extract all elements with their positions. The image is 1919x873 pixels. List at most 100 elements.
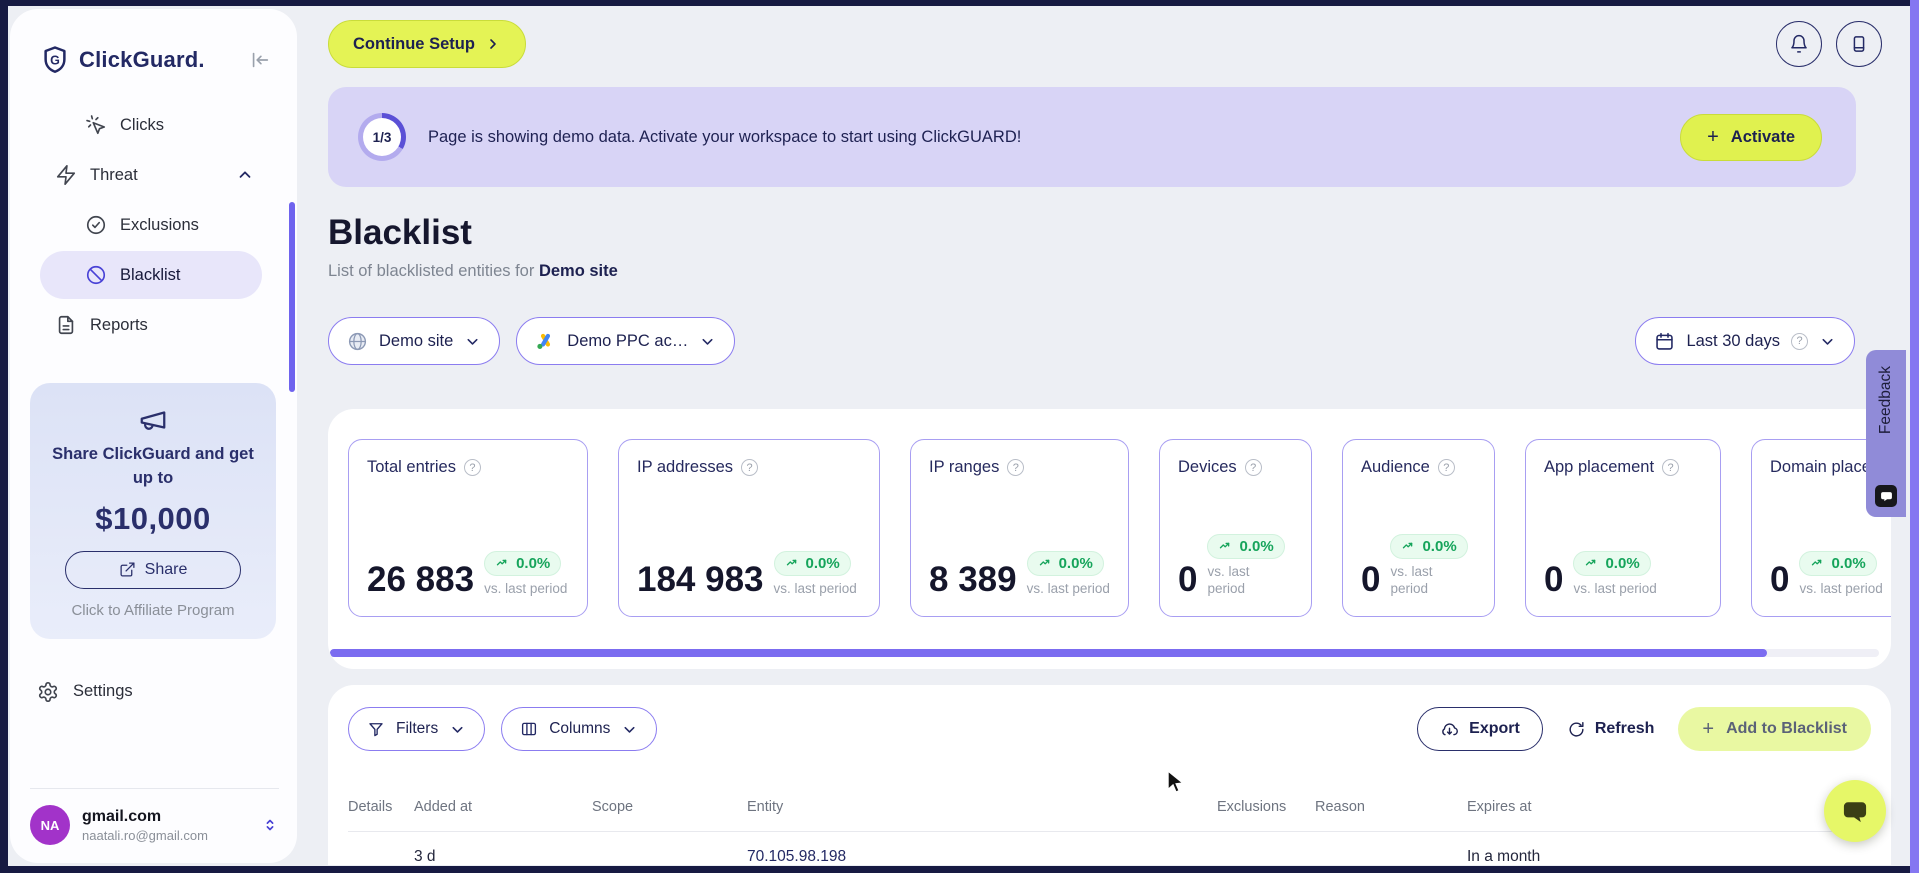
stat-card-app-placement: App placement? 0 0.0% vs. last period: [1525, 439, 1721, 617]
stats-panel: Total entries? 26 883 0.0% vs. last period I…: [328, 409, 1891, 669]
help-icon: ?: [463, 459, 481, 476]
docs-button[interactable]: [1836, 21, 1882, 67]
banner-message: Page is showing demo data. Activate your…: [428, 127, 1022, 146]
continue-setup-label: Continue Setup: [353, 34, 475, 53]
setup-progress-ring: 1/3: [358, 113, 406, 161]
chat-launcher-button[interactable]: [1824, 780, 1886, 842]
funnel-icon: [369, 723, 383, 737]
nav-label: Clicks: [120, 115, 164, 134]
stat-value: 0: [1178, 560, 1198, 599]
change-value: 0.0%: [1605, 555, 1640, 573]
nav-label: Blacklist: [120, 265, 181, 284]
help-icon: ?: [1437, 459, 1455, 476]
column-header-entity[interactable]: Entity: [747, 799, 1217, 815]
add-to-blacklist-button[interactable]: + Add to Blacklist: [1678, 707, 1871, 751]
cursor-click-icon: [86, 115, 106, 135]
stat-label: IP ranges?: [929, 458, 1110, 477]
refresh-icon: [1569, 721, 1584, 737]
share-button[interactable]: Share: [65, 550, 241, 589]
filters-button[interactable]: Filters: [348, 707, 486, 751]
stat-card-total-entries: Total entries? 26 883 0.0% vs. last period: [348, 439, 588, 617]
column-header-expires-at[interactable]: Expires at: [1467, 799, 1871, 815]
refresh-button[interactable]: Refresh: [1567, 720, 1655, 739]
stat-label: Devices?: [1178, 458, 1293, 477]
vs-last-period-label: vs. last period: [1207, 563, 1250, 597]
promo-title: Share ClickGuard and get up to: [52, 445, 254, 487]
export-button[interactable]: Export: [1417, 707, 1543, 751]
ppc-account-selector[interactable]: Demo PPC ac…: [516, 317, 736, 365]
add-to-blacklist-label: Add to Blacklist: [1726, 720, 1847, 737]
notifications-button[interactable]: [1776, 21, 1822, 67]
column-header-reason[interactable]: Reason: [1315, 799, 1467, 815]
main-content: Continue Setup 1/3 Page is showing demo …: [328, 6, 1910, 866]
trending-up-icon: [1039, 560, 1049, 566]
badge-check-icon: [86, 215, 106, 235]
change-value: 0.0%: [1239, 537, 1274, 555]
columns-button[interactable]: Columns: [501, 707, 658, 751]
table-toolbar: Filters Columns Export Refresh + Add to …: [348, 707, 1871, 751]
page-subtitle: List of blacklisted entities for Demo si…: [328, 262, 1891, 281]
change-badge: 0.0%: [773, 551, 851, 577]
app-surface: G ClickGuard. Clicks Threat Exclusions Blac…: [8, 6, 1910, 866]
trending-up-icon: [1403, 542, 1413, 549]
activate-button[interactable]: + Activate: [1680, 113, 1822, 161]
share-button-label: Share: [144, 560, 188, 578]
affiliate-promo-card[interactable]: Share ClickGuard and get up to $10,000 S…: [30, 383, 276, 639]
vs-last-period-label: vs. last period: [1573, 581, 1657, 597]
column-header-exclusions[interactable]: Exclusions: [1217, 799, 1315, 815]
user-names: gmail.com naatali.ro@gmail.com: [82, 808, 249, 843]
sidebar-item-reports[interactable]: Reports: [40, 301, 262, 349]
sidebar-item-threat[interactable]: Threat: [40, 151, 262, 199]
continue-setup-button[interactable]: Continue Setup: [328, 20, 526, 68]
feedback-widget-icon: [1875, 485, 1897, 507]
page-scrollbar[interactable]: [1910, 0, 1919, 873]
settings-label: Settings: [73, 682, 133, 701]
svg-text:G: G: [50, 53, 60, 67]
chevron-right-icon: [490, 39, 496, 49]
help-icon: ?: [1791, 332, 1808, 350]
feedback-tab[interactable]: Feedback: [1866, 350, 1906, 517]
stat-card-ip-addresses: IP addresses? 184 983 0.0% vs. last period: [618, 439, 880, 617]
subtitle-prefix: List of blacklisted entities for: [328, 262, 535, 280]
setup-progress-step: 1/3: [363, 118, 401, 156]
table-header-row: Details Added at Scope Entity Exclusions Reas…: [348, 799, 1871, 832]
external-link-icon: [120, 562, 135, 577]
export-label: Export: [1469, 720, 1520, 737]
vs-last-period-label: vs. last period: [1390, 563, 1433, 597]
report-icon: [58, 315, 74, 335]
sidebar-scrollbar[interactable]: [289, 202, 295, 392]
site-selector[interactable]: Demo site: [328, 317, 501, 365]
cloud-download-icon: [1442, 722, 1459, 735]
cell-expires-at: In a month: [1467, 848, 1541, 865]
sidebar-item-clicks[interactable]: Clicks: [40, 101, 262, 149]
change-value: 0.0%: [1831, 555, 1866, 573]
column-header-details[interactable]: Details: [348, 799, 414, 815]
chat-bubble-icon: [1843, 802, 1867, 823]
sidebar-item-settings[interactable]: Settings: [37, 681, 297, 703]
nav-label: Exclusions: [120, 215, 199, 234]
ban-icon: [86, 265, 106, 285]
date-range-selector[interactable]: Last 30 days ?: [1635, 317, 1855, 365]
change-badge: 0.0%: [1573, 551, 1651, 577]
help-icon: ?: [1244, 459, 1262, 476]
demo-data-banner: 1/3 Page is showing demo data. Activate …: [328, 87, 1856, 187]
column-header-scope[interactable]: Scope: [592, 799, 747, 815]
sidebar-item-exclusions[interactable]: Exclusions: [40, 201, 262, 249]
sidebar-collapse-icon[interactable]: [249, 49, 271, 71]
sidebar-item-blacklist[interactable]: Blacklist: [40, 251, 262, 299]
column-header-added-at[interactable]: Added at: [414, 799, 592, 815]
subtitle-site-name: Demo site: [538, 262, 618, 280]
trending-up-icon: [1586, 560, 1596, 566]
vs-last-period-label: vs. last period: [773, 581, 857, 597]
workspace-switcher[interactable]: NA gmail.com naatali.ro@gmail.com: [30, 788, 279, 845]
site-selector-value: Demo site: [379, 331, 454, 350]
nav-label: Reports: [90, 315, 148, 334]
refresh-label: Refresh: [1594, 720, 1655, 737]
clickguard-logo-icon: G: [44, 46, 66, 73]
stats-scrollbar-thumb[interactable]: [330, 649, 1767, 657]
table-row[interactable]: 3 d 70.105.98.198 In a month: [348, 832, 1871, 865]
chevron-down-icon: [452, 726, 463, 733]
help-icon: ?: [1662, 459, 1680, 476]
sidebar: G ClickGuard. Clicks Threat Exclusions Blac…: [10, 9, 297, 863]
toolbar-right: Export Refresh + Add to Blacklist: [1417, 707, 1871, 751]
